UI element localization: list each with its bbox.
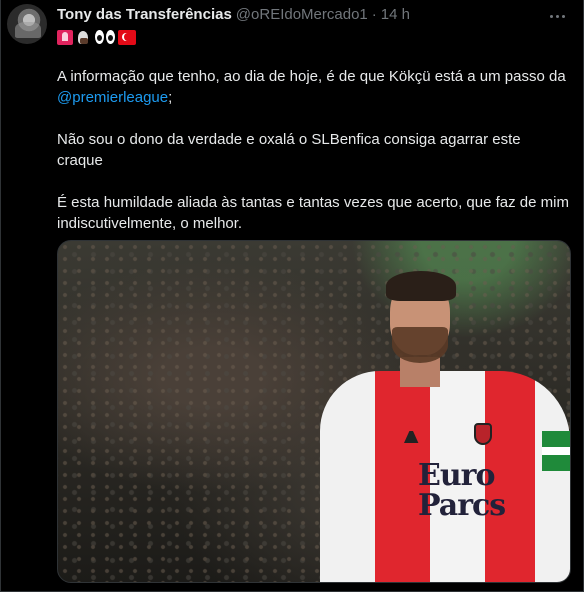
tweet-paragraph-1: A informação que tenho, ao dia de hoje, … xyxy=(57,68,566,106)
player-figure: Euro Parcs xyxy=(320,271,570,582)
mention-link[interactable]: @premierleague xyxy=(57,89,168,106)
user-handle[interactable]: @oREIdoMercado1 xyxy=(236,6,368,23)
player-beard xyxy=(392,327,448,363)
captain-armband xyxy=(542,431,570,471)
club-crest-icon xyxy=(474,423,492,445)
separator-dot: · xyxy=(371,6,377,23)
name-emoji-row xyxy=(57,29,136,45)
avatar[interactable] xyxy=(7,4,47,44)
tweet-photo[interactable]: Euro Parcs xyxy=(57,240,571,583)
turkey-flag-icon xyxy=(118,29,136,45)
jersey-sponsor-text: Euro Parcs xyxy=(418,458,506,523)
tweet-paragraph-3: É esta humildade aliada às tantas e tant… xyxy=(57,194,569,232)
tweet-paragraph-2: Não sou o dono da verdade e oxalá o SLBe… xyxy=(57,131,521,169)
tweet-header: Tony das Transferências @oREIdoMercado1 … xyxy=(57,6,410,26)
siren-flag-icon xyxy=(57,29,73,45)
tweet-card[interactable]: Tony das Transferências @oREIdoMercado1 … xyxy=(0,0,584,592)
tweet-text: A informação que tenho, ao dia de hoje, … xyxy=(57,66,569,255)
more-options-icon[interactable] xyxy=(545,6,569,26)
display-name[interactable]: Tony das Transferências xyxy=(57,6,232,23)
timestamp[interactable]: 14 h xyxy=(381,6,410,23)
player-hair xyxy=(386,271,456,301)
eyes-icon xyxy=(95,29,115,45)
eagle-icon xyxy=(76,30,92,45)
